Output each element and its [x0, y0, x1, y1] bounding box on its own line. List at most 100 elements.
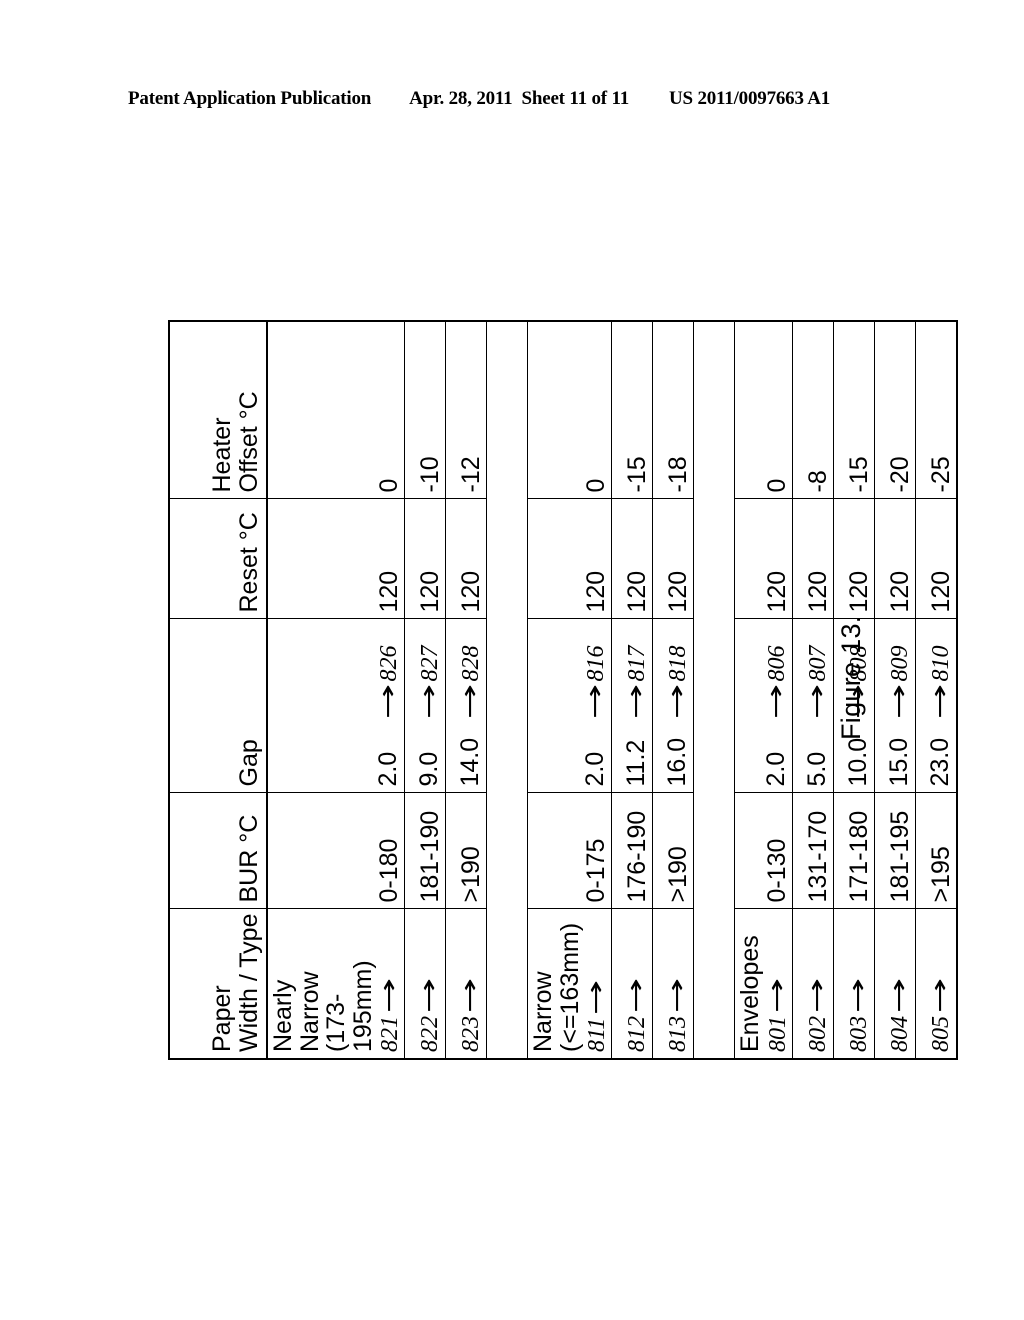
- table-group-spacer: [693, 321, 735, 1059]
- row-reference-numeral-group: 813→: [662, 966, 692, 1052]
- cell-bur: 0-175: [527, 793, 612, 909]
- reference-numeral: 804: [887, 1016, 914, 1052]
- cell-reset: 120: [527, 499, 612, 619]
- cell-paper-width-type: Nearly Narrow (173-195mm) 821→: [267, 909, 405, 1059]
- lead-line-arrow-icon: →: [581, 979, 611, 1016]
- cell-paper-width-type: 812→: [611, 909, 653, 1059]
- gap-reference-numeral: 817: [624, 645, 651, 682]
- cell-reset: 120: [792, 499, 834, 619]
- cell-bur: 181-190: [404, 793, 446, 909]
- cell-heater-offset: -18: [652, 321, 694, 499]
- cell-paper-width-type: Envelopes 801→: [734, 909, 793, 1059]
- reference-numeral: 812: [624, 1016, 651, 1052]
- column-header-heater-offset: Heater Offset °C: [169, 321, 267, 499]
- cell-paper-width-type: 804→: [874, 909, 916, 1059]
- gap-reference-numeral: 816: [583, 645, 610, 682]
- reference-numeral: 821: [377, 1016, 403, 1052]
- cell-heater-offset: -8: [792, 321, 834, 499]
- lead-line-arrow-icon: →: [455, 977, 485, 1014]
- figure-area: Paper Width / Type BUR °C Gap Reset °C H…: [0, 0, 1024, 1320]
- row-reference-numeral-group: 802→: [802, 966, 831, 1052]
- spacer-cell: [486, 321, 528, 499]
- cell-heater-offset: 0: [527, 321, 612, 499]
- gap-lead-line-arrow-icon: →: [802, 684, 832, 720]
- gap-lead-line-arrow-icon: →: [761, 684, 791, 720]
- reference-numeral: 801: [764, 1016, 791, 1052]
- gap-reference-numeral: 807: [805, 645, 832, 682]
- cell-heater-offset: -10: [404, 321, 446, 499]
- reference-numeral: 813: [665, 1016, 692, 1052]
- gap-value: 14.0: [456, 737, 485, 787]
- table-row: Nearly Narrow (173-195mm) 821→ 0-180 2.0→82…: [267, 321, 405, 1059]
- column-header-bur: BUR °C: [169, 793, 267, 909]
- lead-line-arrow-icon: →: [884, 977, 914, 1014]
- spacer-cell: [693, 321, 735, 499]
- cell-bur: >190: [445, 793, 487, 909]
- table-row: Narrow (<=163mm) 811→ 0-175 2.0→816 120 0: [527, 321, 612, 1059]
- cell-gap: 9.0 →827: [404, 619, 446, 793]
- cell-paper-width-type: 823→: [445, 909, 487, 1059]
- cell-gap: 15.0 →809: [874, 619, 916, 793]
- cell-reset: 120: [833, 499, 875, 619]
- row-reference-numeral-group: 801→: [761, 966, 791, 1052]
- cell-gap: 5.0 →807: [792, 619, 834, 793]
- spacer-cell: [693, 909, 735, 1059]
- column-header-gap: Gap: [169, 619, 267, 793]
- cell-heater-offset: -12: [445, 321, 487, 499]
- column-header-reset: Reset °C: [169, 499, 267, 619]
- group-label: Nearly Narrow (173-195mm): [269, 960, 377, 1052]
- gap-value: 15.0: [885, 737, 914, 787]
- cell-heater-offset: 0: [267, 321, 405, 499]
- lead-line-arrow-icon: →: [761, 977, 791, 1014]
- gap-lead-line-arrow-icon: →: [373, 684, 403, 720]
- reference-numeral: 823: [458, 1016, 485, 1052]
- cell-bur: 131-170: [792, 793, 834, 909]
- cell-heater-offset: -25: [915, 321, 958, 499]
- reference-numeral: 803: [846, 1016, 873, 1052]
- gap-reference-numeral: 806: [764, 645, 791, 682]
- gap-value: 16.0: [663, 737, 692, 787]
- gap-value: 5.0: [803, 751, 832, 787]
- cell-reset: 120: [915, 499, 958, 619]
- gap-value: 2.0: [581, 751, 610, 787]
- gap-value: 9.0: [415, 751, 444, 787]
- figure-caption: Figure 13.: [836, 615, 866, 740]
- cell-heater-offset: 0: [734, 321, 793, 499]
- cell-paper-width-type: 813→: [652, 909, 694, 1059]
- cell-bur: 171-180: [833, 793, 875, 909]
- spacer-cell: [486, 909, 528, 1059]
- reference-numeral: 822: [417, 1016, 444, 1052]
- gap-lead-line-arrow-icon: →: [455, 684, 485, 720]
- gap-reference-numeral: 810: [928, 645, 955, 682]
- lead-line-arrow-icon: →: [414, 977, 444, 1014]
- cell-heater-offset: -15: [833, 321, 875, 499]
- cell-gap: 2.0 →816: [527, 619, 612, 793]
- lead-line-arrow-icon: →: [925, 977, 955, 1014]
- cell-reset: 120: [404, 499, 446, 619]
- lead-line-arrow-icon: →: [374, 977, 403, 1014]
- row-reference-numeral-group: 805→: [925, 966, 955, 1052]
- cell-reset: 120: [652, 499, 694, 619]
- lead-line-arrow-icon: →: [843, 977, 873, 1014]
- row-reference-numeral-group: 821→: [374, 966, 403, 1052]
- spacer-cell: [693, 793, 735, 909]
- cell-reset: 120: [734, 499, 793, 619]
- lead-line-arrow-icon: →: [662, 977, 692, 1014]
- cell-gap: 23.0 →810: [915, 619, 958, 793]
- spacer-cell: [486, 619, 528, 793]
- row-reference-numeral-group: 812→: [621, 966, 651, 1052]
- cell-gap: 2.0 →806: [734, 619, 793, 793]
- cell-paper-width-type: 803→: [833, 909, 875, 1059]
- gap-reference-numeral: 827: [417, 645, 444, 682]
- cell-paper-width-type: 802→: [792, 909, 834, 1059]
- lead-line-arrow-icon: →: [621, 977, 651, 1014]
- table-row: 804→ 181-195 15.0→809 120 -20: [874, 321, 916, 1059]
- cell-bur: >195: [915, 793, 958, 909]
- gap-value: 2.0: [374, 751, 403, 787]
- gap-reference-numeral: 826: [376, 645, 403, 682]
- group-label: Envelopes: [736, 935, 765, 1052]
- row-reference-numeral-group: 822→: [414, 966, 444, 1052]
- rotated-table-wrapper: Paper Width / Type BUR °C Gap Reset °C H…: [168, 320, 959, 1060]
- cell-paper-width-type: Narrow (<=163mm) 811→: [527, 909, 612, 1059]
- table-row: Envelopes 801→ 0-130 2.0→806 120 0: [734, 321, 793, 1059]
